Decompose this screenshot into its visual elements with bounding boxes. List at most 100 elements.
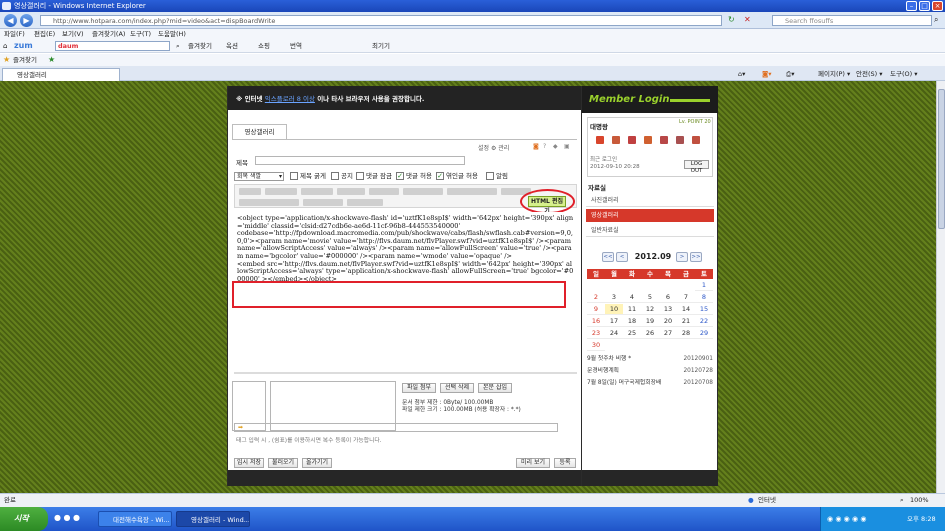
board-top-links[interactable]: 설정 ⚙ 관리	[478, 143, 509, 152]
delete-selected-button[interactable]: 선택 삭제	[440, 383, 474, 393]
calendar-day[interactable]: 4	[623, 292, 641, 303]
username[interactable]: 대명왕	[590, 121, 608, 131]
calendar-day[interactable]: 1	[695, 280, 713, 291]
zum-auction[interactable]: 옥션	[226, 41, 238, 52]
menu-help[interactable]: 도움말(H)	[158, 29, 186, 40]
print-icon[interactable]: ⎙▾	[786, 69, 794, 79]
search-icon[interactable]: ⌕	[934, 15, 938, 25]
calendar-day[interactable]: 11	[623, 304, 641, 315]
extended-component-button[interactable]	[347, 199, 383, 206]
checkbox-comment-lock[interactable]	[356, 172, 364, 180]
category-video-gallery[interactable]: 영상갤러리	[586, 209, 714, 222]
zum-translate[interactable]: 번역	[290, 41, 302, 52]
tray-icons[interactable]: ◉ ◉ ◉ ◉ ◉	[827, 507, 866, 531]
notice-link[interactable]: 익스플로러 8 이상	[265, 95, 315, 103]
calendar-day[interactable]: 3	[605, 292, 623, 303]
zum-favorites[interactable]: 즐겨찾기	[188, 41, 212, 52]
next-month-button[interactable]: >	[676, 252, 688, 262]
calendar-day[interactable]: 21	[677, 316, 695, 327]
task-window-1[interactable]: 대전해수욕장 - Wi...	[98, 511, 172, 527]
scroll-thumb[interactable]	[938, 89, 945, 229]
comment-icon[interactable]	[628, 136, 636, 144]
menu-file[interactable]: 파일(F)	[4, 29, 25, 40]
search-icon[interactable]: ⌕	[176, 41, 180, 52]
board-tab[interactable]: 영상갤러리	[232, 124, 287, 139]
calendar-day[interactable]: 29	[695, 328, 713, 339]
load-button[interactable]: 불러오기	[268, 458, 298, 468]
tag-input[interactable]: ➡	[234, 423, 558, 432]
start-button[interactable]: 시작	[0, 507, 48, 531]
tab-video-gallery[interactable]: 영상갤러리	[2, 68, 120, 81]
logout-button[interactable]: LOG OUT	[684, 160, 709, 174]
editor-resize-handle[interactable]	[234, 372, 577, 374]
size-select[interactable]	[337, 188, 365, 195]
calendar-day[interactable]: 6	[659, 292, 677, 303]
calendar-day[interactable]: 7	[677, 292, 695, 303]
title-input[interactable]	[255, 156, 465, 165]
calendar-day[interactable]: 13	[659, 304, 677, 315]
calendar-day[interactable]: 24	[605, 328, 623, 339]
format-select[interactable]	[265, 188, 297, 195]
calendar-day[interactable]: 25	[623, 328, 641, 339]
url-input[interactable]: http://www.hotpara.com/index.php?mid=vid…	[40, 15, 722, 26]
vertical-scrollbar[interactable]	[936, 81, 945, 493]
checkbox-notice[interactable]	[331, 172, 339, 180]
favorites-button[interactable]: 즐겨찾기	[13, 55, 37, 65]
tag-icon[interactable]: ◆	[553, 143, 558, 150]
stop-icon[interactable]: ✕	[744, 15, 751, 24]
task-window-2[interactable]: 영상갤러리 - Wind...	[176, 511, 250, 527]
calendar-day[interactable]: 23	[587, 328, 605, 339]
friend-icon[interactable]	[660, 136, 668, 144]
forward-icon[interactable]: ▶	[20, 14, 33, 27]
rss-icon[interactable]: ◙	[533, 143, 539, 150]
menu-edit[interactable]: 편집(E)	[34, 29, 55, 40]
category-general[interactable]: 일반자료실	[586, 224, 714, 237]
scrap-icon[interactable]	[676, 136, 684, 144]
rss-icon[interactable]: ◙▾	[762, 69, 772, 79]
checkbox-comment-allow[interactable]: ✓	[396, 172, 404, 180]
text-style-icons[interactable]	[403, 188, 443, 195]
help-icon[interactable]: ?	[543, 143, 546, 150]
calendar-day[interactable]: 8	[695, 292, 713, 303]
calendar-day[interactable]: 14	[677, 304, 695, 315]
calendar-day[interactable]: 19	[641, 316, 659, 327]
calendar-day[interactable]: 22	[695, 316, 713, 327]
menu-tools[interactable]: 도구(T)	[130, 29, 151, 40]
checkbox-bold[interactable]	[290, 172, 298, 180]
refresh-icon[interactable]: ↻	[728, 15, 735, 24]
preview-button[interactable]: 미리 보기	[516, 458, 550, 468]
insert-content-button[interactable]: 본문 삽입	[478, 383, 512, 393]
calendar-day[interactable]: 9	[587, 304, 605, 315]
page-menu[interactable]: 페이지(P) ▾	[818, 69, 850, 79]
attach-file-button[interactable]: 파일 첨부	[402, 383, 436, 393]
undo-redo-icon[interactable]	[239, 188, 261, 195]
message-icon[interactable]	[644, 136, 652, 144]
calendar-day[interactable]: 16	[587, 316, 605, 327]
media-icons[interactable]	[303, 199, 343, 206]
tools-menu[interactable]: 도구(O) ▾	[890, 69, 917, 79]
settings-icon[interactable]	[692, 136, 700, 144]
calendar-day[interactable]: 10	[605, 304, 623, 315]
next-year-button[interactable]: >>	[690, 252, 702, 262]
add-favorite-icon[interactable]: ★	[48, 55, 55, 64]
settings-icon[interactable]: ▣	[564, 143, 570, 150]
align-icons[interactable]	[447, 188, 497, 195]
recent-post[interactable]: 9월 첫주차 비행 * 20120901	[587, 354, 713, 365]
calendar-day[interactable]: 2	[587, 292, 605, 303]
recent-post[interactable]: 7월 8일(일) 머구국제헙회장배 20120708	[587, 378, 713, 389]
category-photo-gallery[interactable]: 사진갤러리	[586, 194, 714, 207]
menu-view[interactable]: 보기(V)	[62, 29, 83, 40]
calendar-day[interactable]: 18	[623, 316, 641, 327]
write-icon[interactable]	[596, 136, 604, 144]
zoom-level[interactable]: 100%	[910, 494, 929, 507]
calendar-day[interactable]: 12	[641, 304, 659, 315]
maximize-button[interactable]: □	[919, 1, 930, 11]
prev-month-button[interactable]: <	[616, 252, 628, 262]
calendar-day[interactable]: 15	[695, 304, 713, 315]
minimize-button[interactable]: –	[906, 1, 917, 11]
search-input[interactable]: Search ffosuffs	[772, 15, 932, 26]
home-icon[interactable]: ⌂▾	[738, 69, 745, 79]
recent-post[interactable]: 문경비행계획 20120728	[587, 366, 713, 377]
upload-button[interactable]: 올가기기	[302, 458, 332, 468]
calendar-day[interactable]: 17	[605, 316, 623, 327]
